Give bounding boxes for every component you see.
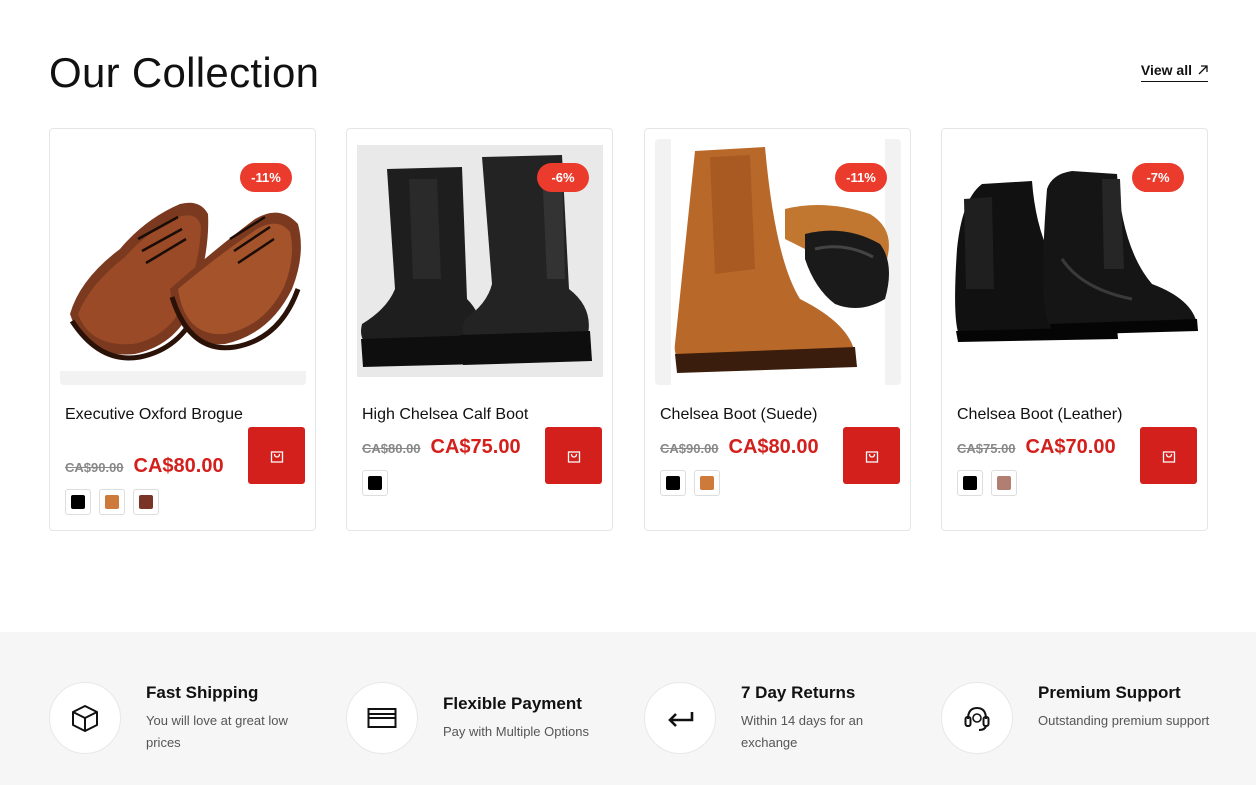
view-all-label: View all [1140,62,1192,78]
feature-icon-wrap [644,682,716,754]
feature-desc: Outstanding premium support [1038,713,1210,728]
old-price: CA$90.00 [65,460,124,475]
discount-badge: -11% [835,163,887,192]
feature-desc: You will love at great low prices [146,713,288,750]
arrow-up-right-icon [1198,65,1208,75]
section-title: Our Collection [49,49,320,96]
collection-header: Our Collection View all [49,48,1208,98]
feature-text: Fast Shipping You will love at great low… [146,682,321,754]
credit-card-icon [367,708,397,728]
price-row: CA$90.00 CA$80.00 [65,455,224,478]
feature-title: Flexible Payment [443,694,582,713]
price-row: CA$75.00 CA$70.00 [957,436,1116,459]
shopping-bag-icon [270,451,283,463]
price-row: CA$80.00 CA$75.00 [362,436,521,459]
feature-title: Premium Support [1038,683,1181,702]
color-swatches [65,489,159,515]
product-name[interactable]: High Chelsea Calf Boot [362,405,542,424]
discount-badge: -7% [1132,163,1184,192]
product-name[interactable]: Executive Oxford Brogue [65,405,245,424]
shopping-bag-icon [865,451,878,463]
swatch-black[interactable] [957,470,983,496]
product-name[interactable]: Chelsea Boot (Leather) [957,405,1137,424]
product-card[interactable]: -6% High Chelsea Calf Boot CA$80.00 CA$7… [346,128,613,531]
product-card[interactable]: -11% Chelsea Boot (Suede) CA$90.00 CA$80… [644,128,911,531]
return-arrow-icon [668,712,694,727]
product-image[interactable]: -11% [655,139,901,385]
feature-title: 7 Day Returns [741,683,856,702]
color-swatches [660,470,720,496]
product-card[interactable]: -7% Chelsea Boot (Leather) CA$75.00 CA$7… [941,128,1208,531]
feature-text: 7 Day Returns Within 14 days for an exch… [741,682,916,754]
product-name[interactable]: Chelsea Boot (Suede) [660,405,840,424]
product-card[interactable]: -11% Executive Oxford Brogue CA$90.00 CA… [49,128,316,531]
features-bar: Fast Shipping You will love at great low… [0,632,1256,785]
swatch-black[interactable] [660,470,686,496]
feature-icon-wrap [346,682,418,754]
add-to-cart-button[interactable] [545,427,602,484]
old-price: CA$80.00 [362,441,421,456]
sale-price: CA$80.00 [133,455,224,477]
add-to-cart-button[interactable] [1140,427,1197,484]
product-image[interactable]: -11% [60,139,306,385]
swatch-rose-brown[interactable] [991,470,1017,496]
sale-price: CA$75.00 [430,436,521,458]
swatch-black[interactable] [65,489,91,515]
swatch-tan[interactable] [99,489,125,515]
sale-price: CA$70.00 [1025,436,1116,458]
color-swatches [957,470,1017,496]
sale-price: CA$80.00 [728,436,819,458]
feature-text: Premium Support Outstanding premium supp… [1038,682,1213,732]
shopping-bag-icon [1162,451,1175,463]
old-price: CA$75.00 [957,441,1016,456]
headset-icon [964,706,990,731]
swatch-black[interactable] [362,470,388,496]
shopping-bag-icon [567,451,580,463]
feature-desc: Within 14 days for an exchange [741,713,864,750]
color-swatches [362,470,388,496]
view-all-link[interactable]: View all [1140,62,1208,82]
feature-icon-wrap [49,682,121,754]
swatch-tan[interactable] [694,470,720,496]
add-to-cart-button[interactable] [843,427,900,484]
old-price: CA$90.00 [660,441,719,456]
discount-badge: -6% [537,163,589,192]
product-image[interactable]: -7% [952,139,1198,385]
add-to-cart-button[interactable] [248,427,305,484]
feature-icon-wrap [941,682,1013,754]
discount-badge: -11% [240,163,292,192]
feature-desc: Pay with Multiple Options [443,724,589,739]
feature-text: Flexible Payment Pay with Multiple Optio… [443,693,643,743]
product-image[interactable]: -6% [357,139,603,385]
box-icon [72,705,98,732]
swatch-brown[interactable] [133,489,159,515]
price-row: CA$90.00 CA$80.00 [660,436,819,459]
feature-title: Fast Shipping [146,683,259,702]
